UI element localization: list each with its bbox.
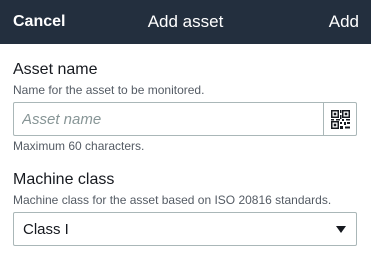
scan-qr-button[interactable] bbox=[323, 103, 356, 135]
machine-class-label: Machine class bbox=[13, 171, 115, 188]
page-title: Add asset bbox=[147, 12, 224, 31]
asset-name-field bbox=[13, 102, 357, 136]
machine-class-select[interactable]: Class I bbox=[13, 212, 357, 246]
asset-name-help-text: Maximum 60 characters. bbox=[13, 139, 145, 153]
navigation-bar: Cancel Add asset Add bbox=[0, 0, 371, 44]
asset-name-label: Asset name bbox=[13, 61, 98, 78]
caret-down-icon bbox=[336, 226, 346, 233]
machine-class-description: Machine class for the asset based on ISO… bbox=[13, 193, 332, 207]
asset-name-description: Name for the asset to be monitored. bbox=[13, 83, 205, 97]
machine-class-selected-value: Class I bbox=[23, 221, 69, 238]
asset-name-input[interactable] bbox=[14, 103, 324, 135]
add-button[interactable]: Add bbox=[329, 11, 359, 33]
qr-code-icon bbox=[330, 109, 350, 129]
